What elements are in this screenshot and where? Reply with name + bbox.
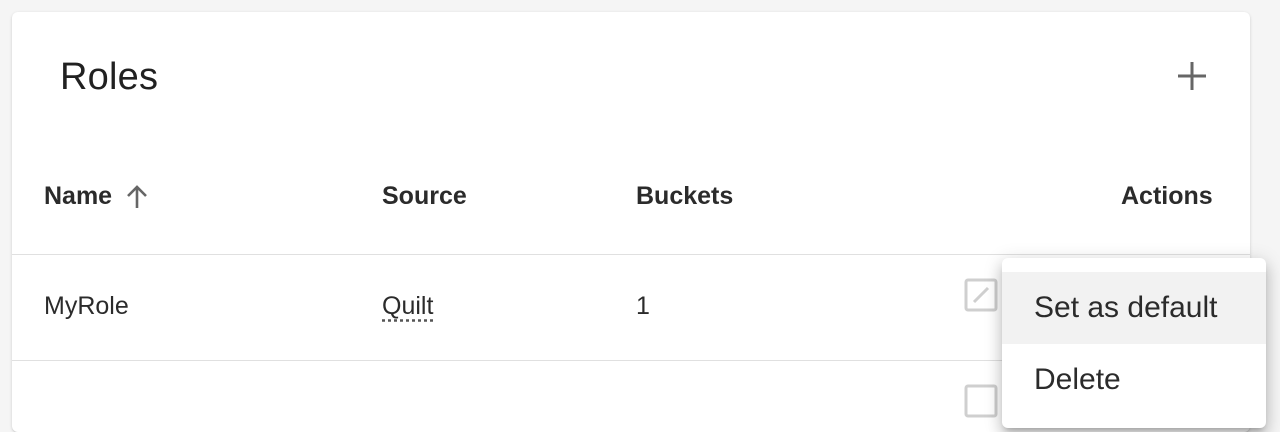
edit-icon[interactable] bbox=[964, 384, 998, 418]
role-source-link[interactable]: Quilt bbox=[382, 292, 433, 321]
column-header-name-label: Name bbox=[44, 182, 113, 210]
column-header-buckets[interactable]: Buckets bbox=[636, 182, 733, 211]
page-title: Roles bbox=[60, 56, 159, 98]
actions-menu: Set as default Delete bbox=[1002, 258, 1266, 428]
menu-item-delete[interactable]: Delete bbox=[1002, 344, 1266, 416]
column-header-name[interactable]: Name bbox=[44, 182, 150, 211]
column-header-source[interactable]: Source bbox=[382, 182, 467, 211]
arrow-up-icon[interactable] bbox=[124, 184, 150, 210]
menu-item-set-default[interactable]: Set as default bbox=[1002, 272, 1266, 344]
edit-icon[interactable] bbox=[964, 278, 998, 312]
add-role-button[interactable] bbox=[1168, 52, 1216, 100]
column-header-actions: Actions bbox=[1121, 182, 1213, 210]
plus-icon bbox=[1178, 62, 1206, 90]
role-buckets-cell: 1 bbox=[636, 292, 650, 320]
header-divider bbox=[12, 254, 1250, 255]
role-name-cell: MyRole bbox=[44, 292, 129, 320]
